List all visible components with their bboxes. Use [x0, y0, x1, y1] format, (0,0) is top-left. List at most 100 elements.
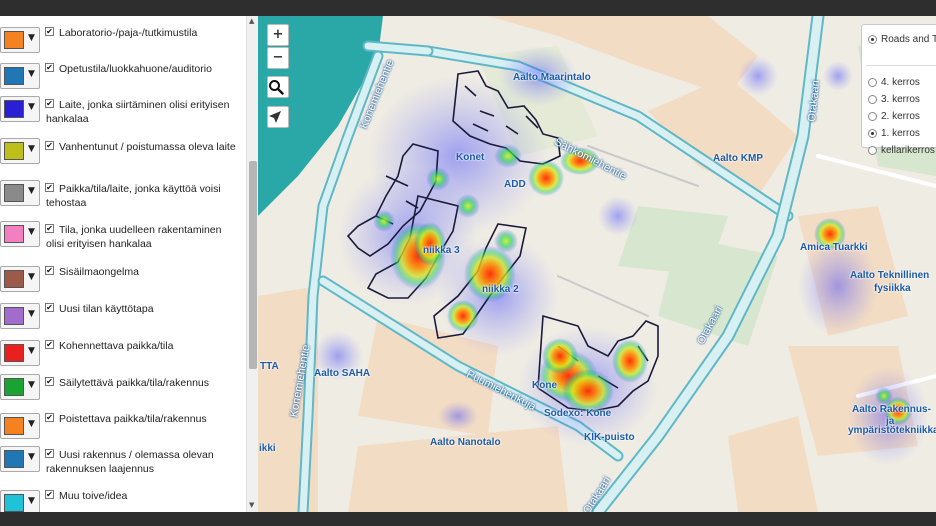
sidebar-scrollbar[interactable]: ▲ ▼: [246, 16, 258, 512]
radio-base-layer[interactable]: [868, 35, 877, 44]
legend-item: ▼ ✔ Laite, jonka siirtäminen olisi erityis…: [0, 88, 246, 125]
floor-radio[interactable]: [868, 129, 877, 138]
color-select[interactable]: ▼: [0, 96, 40, 122]
legend-item: ▼ ✔ Muu toive/idea: [0, 479, 246, 512]
floor-label[interactable]: 1. kerros: [881, 128, 920, 139]
label-amica[interactable]: Amica Tuarkki: [800, 242, 868, 253]
color-select[interactable]: ▼: [0, 138, 40, 164]
search-icon: [269, 80, 284, 95]
legend-item-label: Paikka/tila/laite, jonka käyttöä voisi t…: [46, 183, 221, 209]
color-select[interactable]: ▼: [0, 63, 40, 89]
label-tekn-fysiikka-1[interactable]: Aalto Teknillinen: [850, 270, 929, 281]
chevron-down-icon: ▼: [28, 452, 35, 462]
legend-checkbox[interactable]: ✔: [45, 63, 54, 72]
color-swatch: [4, 417, 24, 435]
scrollbar-thumb[interactable]: [249, 161, 257, 369]
layer-divider: [866, 65, 936, 66]
legend-checkbox[interactable]: ✔: [45, 340, 54, 349]
legend-item: ▼ ✔ Tila, jonka uudelleen rakentaminen oli…: [0, 213, 246, 250]
zoom-in-button[interactable]: +: [267, 24, 289, 46]
chevron-down-icon: ▼: [28, 272, 35, 282]
legend-checkbox[interactable]: ✔: [45, 413, 54, 422]
label-add[interactable]: ADD: [504, 179, 526, 190]
color-select[interactable]: ▼: [0, 490, 40, 512]
top-bar: [0, 0, 936, 16]
label-ikki[interactable]: ikki: [259, 443, 276, 454]
label-nanotalo[interactable]: Aalto Nanotalo: [430, 437, 501, 448]
floor-label[interactable]: 4. kerros: [881, 77, 920, 88]
color-select[interactable]: ▼: [0, 413, 40, 439]
legend-item-label: Laite, jonka siirtäminen olisi erityisen…: [46, 99, 230, 125]
legend-checkbox[interactable]: ✔: [45, 490, 54, 499]
color-swatch: [4, 344, 24, 362]
label-kone[interactable]: Kone: [532, 380, 557, 391]
color-select[interactable]: ▼: [0, 27, 40, 53]
color-select[interactable]: ▼: [0, 446, 40, 472]
zoom-out-button[interactable]: −: [267, 47, 289, 69]
legend-item-label: Säilytettävä paikka/tila/rakennus: [59, 377, 209, 389]
legend-item: ▼ ✔ Sisäilmaongelma: [0, 255, 246, 292]
color-select[interactable]: ▼: [0, 374, 40, 400]
color-swatch: [4, 100, 24, 118]
locate-button[interactable]: [267, 106, 289, 128]
legend-item: ▼ ✔ Laboratorio-/paja-/tutkimustila: [0, 16, 246, 53]
legend-checkbox[interactable]: ✔: [45, 266, 54, 275]
legend-item: ▼ ✔ Säilytettävä paikka/tila/rakennus: [0, 366, 246, 402]
label-tta[interactable]: TTA: [260, 361, 279, 372]
legend-checkbox[interactable]: ✔: [45, 303, 54, 312]
label-kmp[interactable]: Aalto KMP: [713, 153, 763, 164]
floor-radio[interactable]: [868, 112, 877, 121]
legend-item-label: Laboratorio-/paja-/tutkimustila: [59, 27, 198, 39]
legend-item-label: Kohennettava paikka/tila: [59, 340, 174, 352]
legend-item-label: Poistettava paikka/tila/rakennus: [59, 413, 207, 425]
color-select[interactable]: ▼: [0, 340, 40, 366]
chevron-down-icon: ▼: [28, 69, 35, 79]
label-saha[interactable]: Aalto SAHA: [314, 368, 370, 379]
chevron-down-icon: ▼: [28, 380, 35, 390]
base-layer-label[interactable]: Roads and T: [881, 34, 936, 45]
layer-switcher: Roads and T 4. kerros 3. kerros 2. kerros 1…: [861, 24, 936, 156]
scroll-up-icon[interactable]: ▲: [249, 17, 254, 25]
color-swatch: [4, 494, 24, 512]
color-select[interactable]: ▼: [0, 221, 40, 247]
floor-label[interactable]: 3. kerros: [881, 94, 920, 105]
location-arrow-icon: [269, 111, 281, 123]
label-niikka-3[interactable]: niikka 3: [423, 245, 460, 256]
label-kik-puisto[interactable]: KIK-puisto: [584, 432, 635, 443]
label-tekn-fysiikka-2[interactable]: fysiikka: [874, 283, 911, 294]
scroll-down-icon[interactable]: ▼: [249, 501, 254, 509]
legend-item: ▼ ✔ Uusi rakennus / olemassa olevan rakenn…: [0, 438, 246, 475]
label-sodexo[interactable]: Sodexo: Kone: [544, 408, 611, 419]
label-maarintalo[interactable]: Aalto Maarintalo: [513, 72, 591, 83]
legend-item: ▼ ✔ Uusi tilan käyttötapa: [0, 292, 246, 329]
color-swatch: [4, 270, 24, 288]
legend-item: ▼ ✔ Opetustila/luokkahuone/auditorio: [0, 52, 246, 89]
label-rakennus-1[interactable]: Aalto Rakennus-: [852, 404, 931, 415]
label-rakennus-3[interactable]: ympäristötekniikka: [848, 425, 936, 436]
label-niikka-2[interactable]: niikka 2: [482, 284, 519, 295]
color-select[interactable]: ▼: [0, 266, 40, 292]
bottom-bar: [0, 512, 936, 526]
legend-item: ▼ ✔ Poistettava paikka/tila/rakennus: [0, 402, 246, 439]
search-button[interactable]: [267, 76, 289, 98]
chevron-down-icon: ▼: [28, 309, 35, 319]
floor-label[interactable]: 2. kerros: [881, 111, 920, 122]
legend-checkbox[interactable]: ✔: [45, 27, 54, 36]
map-view[interactable]: Aalto Maarintalo Aalto KMP Konet ADD nii…: [258, 16, 936, 512]
color-select[interactable]: ▼: [0, 303, 40, 329]
legend-item-label: Uusi tilan käyttötapa: [59, 303, 154, 315]
color-swatch: [4, 67, 24, 85]
chevron-down-icon: ▼: [28, 186, 35, 196]
color-select[interactable]: ▼: [0, 180, 40, 206]
floor-radio[interactable]: [868, 146, 877, 155]
label-konetekniikka[interactable]: Konet: [456, 152, 484, 163]
floor-label[interactable]: kellarikerros: [881, 145, 935, 156]
legend-item: ▼ ✔ Kohennettava paikka/tila: [0, 329, 246, 366]
floor-radio[interactable]: [868, 78, 877, 87]
legend-sidebar: ▼ ✔ Laboratorio-/paja-/tutkimustila ▼ ✔ Opetu…: [0, 16, 258, 512]
legend-item-label: Opetustila/luokkahuone/auditorio: [59, 63, 212, 75]
chevron-down-icon: ▼: [28, 227, 35, 237]
floor-radio[interactable]: [868, 95, 877, 104]
color-swatch: [4, 142, 24, 160]
legend-item: ▼ ✔ Paikka/tila/laite, jonka käyttöä voisi…: [0, 172, 246, 209]
